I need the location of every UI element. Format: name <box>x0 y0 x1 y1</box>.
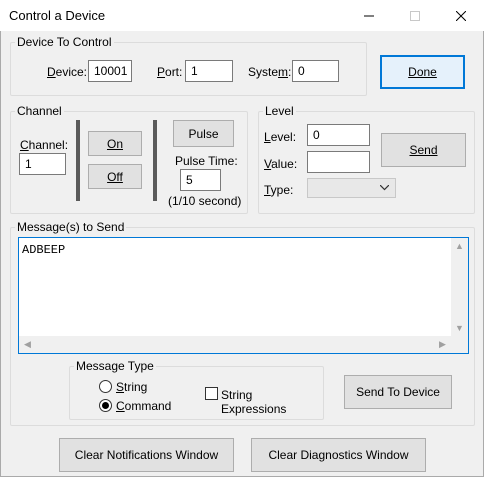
string-radio[interactable]: String <box>99 380 159 395</box>
system-label: System: <box>248 65 292 79</box>
pulse-time-label: Pulse Time: <box>175 154 238 168</box>
level-label: Level: <box>264 130 297 144</box>
string-expressions-label: String Expressions <box>221 388 287 416</box>
device-label: Device: <box>47 65 88 79</box>
scroll-down-icon[interactable]: ▼ <box>451 320 468 337</box>
send-button[interactable]: Send <box>381 133 466 167</box>
separator <box>76 120 80 201</box>
minimize-icon <box>364 15 374 16</box>
vertical-scrollbar[interactable]: ▲ ▼ <box>451 238 468 337</box>
checkbox-icon <box>205 387 218 400</box>
done-button-label: Done <box>408 65 437 79</box>
close-button[interactable] <box>438 0 484 31</box>
send-to-device-button[interactable]: Send To Device <box>344 375 452 409</box>
close-icon <box>456 10 466 21</box>
radio-icon <box>99 380 112 393</box>
on-button[interactable]: On <box>88 131 142 156</box>
type-select[interactable] <box>307 178 396 198</box>
clear-notifications-button[interactable]: Clear Notifications Window <box>59 438 234 472</box>
message-text: ADBEEP <box>22 243 66 257</box>
message-type-label: Message Type <box>74 359 156 373</box>
device-group-label: Device To Control <box>15 35 114 49</box>
scroll-up-icon[interactable]: ▲ <box>451 238 468 255</box>
string-radio-label: String <box>116 380 148 394</box>
device-input[interactable]: 10001 <box>88 60 132 82</box>
level-input[interactable]: 0 <box>307 124 370 146</box>
channel-label: Channel: <box>20 138 69 152</box>
value-input[interactable] <box>307 151 370 173</box>
messages-group-label: Message(s) to Send <box>15 220 127 234</box>
off-button[interactable]: Off <box>88 164 142 189</box>
channel-group-label: Channel <box>15 104 64 118</box>
title-bar[interactable]: Control a Device <box>0 0 484 31</box>
port-label: Port: <box>157 65 183 79</box>
pulse-time-input[interactable]: 5 <box>180 169 221 191</box>
separator <box>153 120 157 201</box>
horizontal-scrollbar[interactable]: ◀ ▶ <box>19 336 451 353</box>
scroll-right-icon[interactable]: ▶ <box>434 336 451 353</box>
pulse-button[interactable]: Pulse <box>173 120 234 147</box>
string-expressions-checkbox[interactable]: String Expressions <box>205 387 317 416</box>
maximize-button[interactable] <box>392 0 438 31</box>
level-group-label: Level <box>263 104 296 118</box>
command-radio[interactable]: Command <box>99 399 179 414</box>
type-label: Type: <box>264 183 294 197</box>
command-radio-label: Command <box>116 399 172 413</box>
done-button[interactable]: Done <box>380 55 465 89</box>
channel-input[interactable]: 1 <box>19 153 66 175</box>
message-textarea[interactable]: ADBEEP ▲ ▼ ◀ ▶ <box>18 237 469 354</box>
port-input[interactable]: 1 <box>185 60 233 82</box>
maximize-icon <box>410 10 420 21</box>
system-input[interactable]: 0 <box>292 60 339 82</box>
scrollbar-corner <box>451 336 468 353</box>
scroll-left-icon[interactable]: ◀ <box>19 336 36 353</box>
window-title: Control a Device <box>9 8 106 23</box>
value-label: Value: <box>264 157 298 171</box>
minimize-button[interactable] <box>346 0 392 31</box>
chevron-down-icon <box>380 185 389 191</box>
pulse-units-label: (1/10 second) <box>168 194 242 208</box>
radio-selected-icon <box>99 399 112 412</box>
clear-diagnostics-button[interactable]: Clear Diagnostics Window <box>251 438 426 472</box>
